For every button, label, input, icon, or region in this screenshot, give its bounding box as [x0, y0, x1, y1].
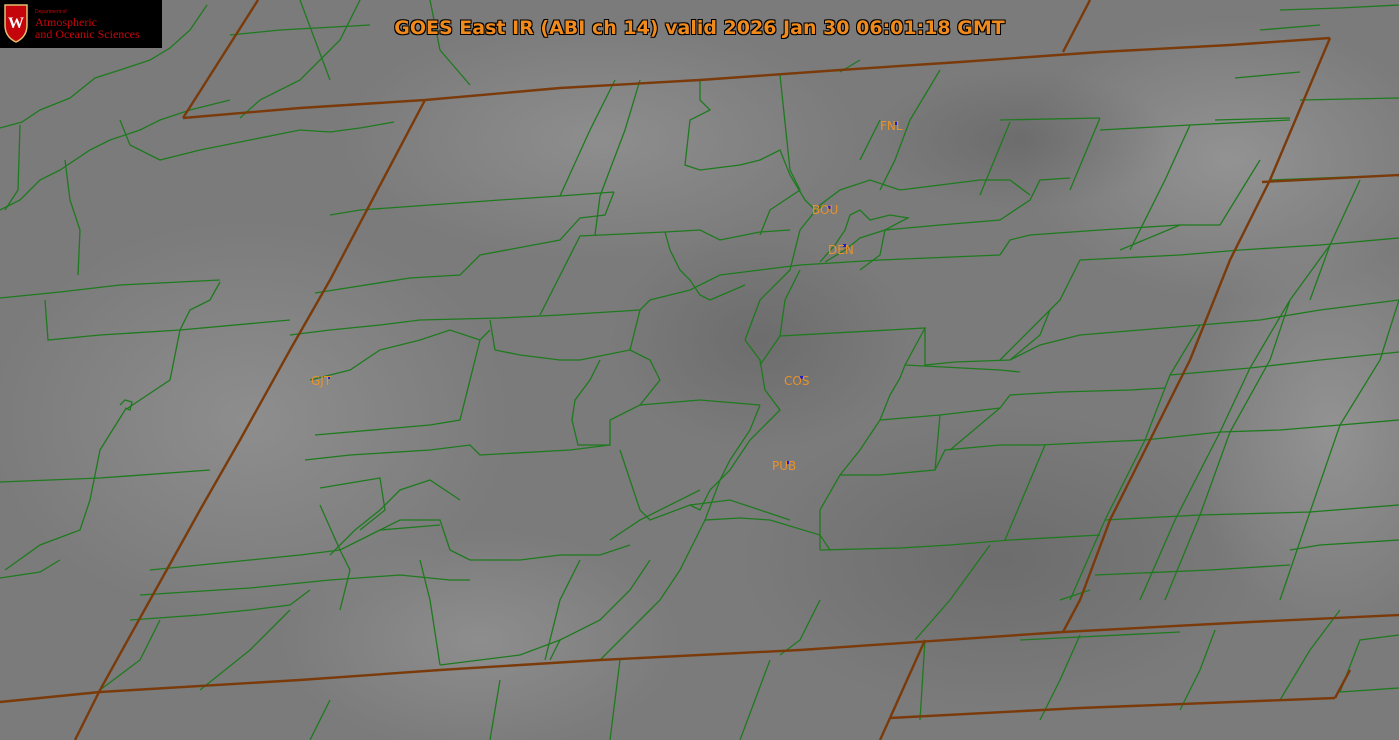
station-label-pub: PUB: [772, 459, 797, 473]
station-label-cos: COS: [784, 374, 810, 388]
station-label-fnl: FNL: [880, 119, 903, 133]
station-label-gjt: GJT: [311, 374, 332, 388]
image-title: GOES East IR (ABI ch 14) valid 2026 Jan …: [394, 17, 1005, 39]
station-label-den: DEN: [828, 243, 854, 257]
ir-imagery: [0, 0, 1399, 740]
satellite-map: [0, 0, 1399, 740]
station-label-bou: BOU: [812, 203, 839, 217]
